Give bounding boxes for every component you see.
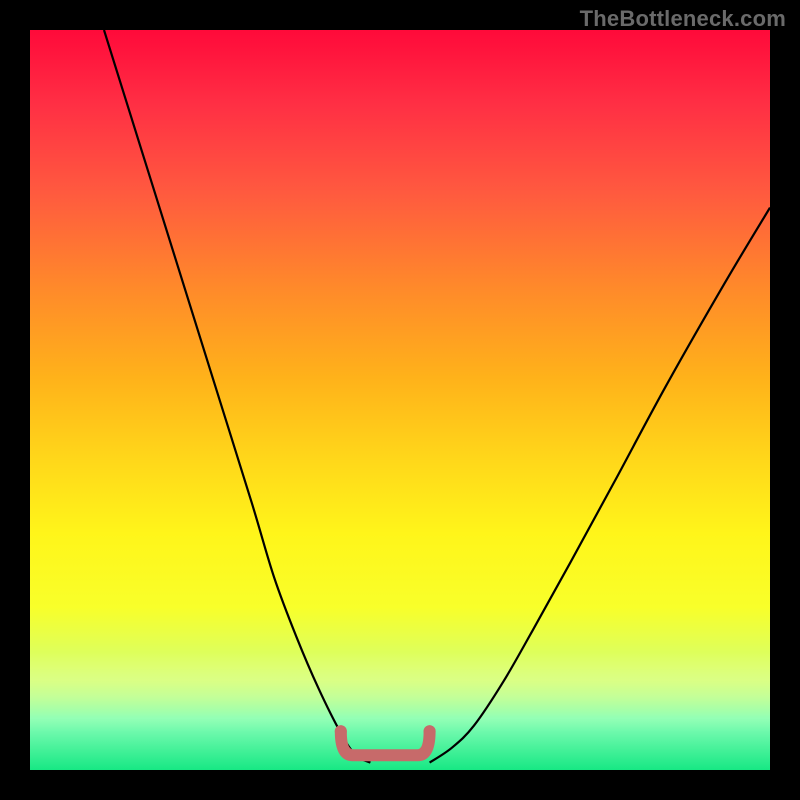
trough-marker-right-dot [424,725,436,737]
chart-frame: TheBottleneck.com [0,0,800,800]
right-curve [430,208,770,763]
curve-layer [30,30,770,770]
left-curve [104,30,370,763]
trough-marker-left-dot [335,725,347,737]
watermark-text: TheBottleneck.com [580,6,786,32]
trough-marker [341,731,430,755]
plot-area [30,30,770,770]
